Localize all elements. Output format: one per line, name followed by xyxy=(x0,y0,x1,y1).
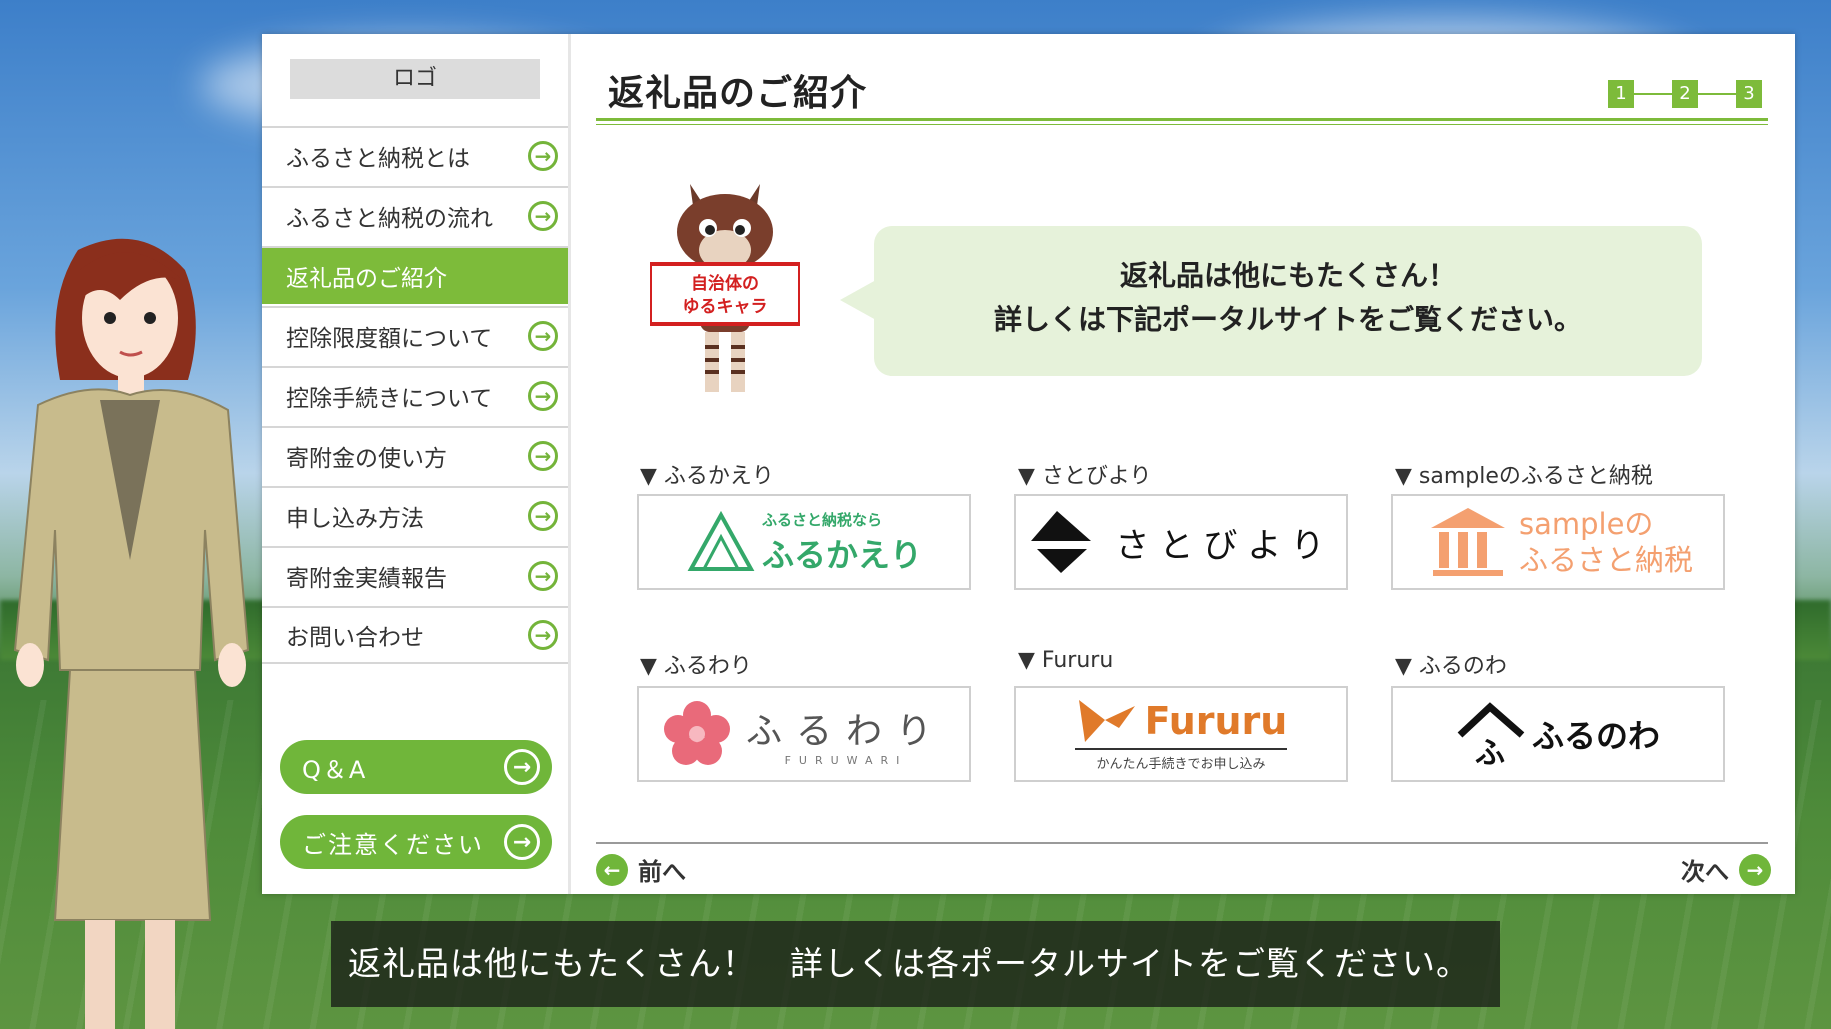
speech-bubble: 返礼品は他にもたくさん！ 詳しくは下記ポータルサイトをご覧ください。 xyxy=(840,226,1702,376)
plum-flower-icon xyxy=(663,701,730,765)
title-rule-thin xyxy=(596,124,1768,125)
prev-button[interactable]: ← 前へ xyxy=(596,852,696,887)
arrow-right-icon: → xyxy=(528,441,558,471)
furuwari-logo-sub: FURUWARI xyxy=(784,753,908,767)
portal-label: ▼ Fururu xyxy=(1018,648,1114,673)
sidebar-item[interactable]: ふるさと納税とは → xyxy=(262,126,568,184)
portal-card-furukaeri[interactable]: ふるさと納税なら ふるかえり xyxy=(637,494,971,590)
mascot-sign-line-1: 自治体の xyxy=(691,273,759,294)
sidebar-item-label: お問い合わせ xyxy=(286,625,424,651)
bubble-line-2: 詳しくは下記ポータルサイトをご覧ください。 xyxy=(993,303,1582,336)
sidebar-item[interactable]: 寄附金実績報告 → xyxy=(262,546,568,604)
temple-logo-icon xyxy=(1430,508,1505,576)
subtitle-caption: 返礼品は他にもたくさん！ 詳しくは各ポータルサイトをご覧ください。 xyxy=(331,921,1500,1007)
mascot-sign-line-2: ゆるキャラ xyxy=(683,297,768,317)
sidebar-item-label: 寄附金の使い方 xyxy=(286,446,447,472)
step-connector xyxy=(1634,93,1672,95)
sidebar: ロゴ ふるさと納税とは → ふるさと納税の流れ → 返礼品のご紹介 控除限度額について → 控… xyxy=(262,34,571,894)
step-3[interactable]: 3 xyxy=(1736,80,1762,108)
roof-logo-icon: ふ xyxy=(1457,702,1525,769)
prev-button-label: 前へ xyxy=(638,858,686,886)
arrow-right-icon: → xyxy=(528,201,558,231)
svg-text:ふ: ふ xyxy=(1475,736,1505,769)
qa-button[interactable]: Q＆A → xyxy=(280,740,552,794)
sidebar-item-label: 寄附金実績報告 xyxy=(286,566,447,592)
sidebar-item[interactable]: 控除手続きについて → xyxy=(262,366,568,424)
notice-button[interactable]: ご注意ください → xyxy=(280,815,552,869)
arrow-right-icon: → xyxy=(504,749,540,785)
portal-card-furuwari[interactable]: ふるわり FURUWARI xyxy=(637,686,971,782)
sidebar-item-label: 申し込み方法 xyxy=(286,506,424,532)
sidebar-item-label: 控除限度額について xyxy=(286,326,493,352)
sample-logo-top: sampleの xyxy=(1518,507,1654,541)
portal-label: ▼ ふるわり xyxy=(640,654,752,679)
arrow-right-icon: → xyxy=(528,620,558,650)
sidebar-item-label: ふるさと納税とは xyxy=(286,146,470,172)
portal-label: ▼ sampleのふるさと納税 xyxy=(1395,464,1653,489)
sidebar-item[interactable]: 控除限度額について → xyxy=(262,306,568,364)
sidebar-item[interactable]: お問い合わせ → xyxy=(262,606,568,664)
portal-card-fururu[interactable]: Fururu かんたん手続きでお申し込み xyxy=(1014,686,1348,782)
furukaeri-tagline: ふるさと納税なら xyxy=(761,510,882,529)
sidebar-item[interactable]: ふるさと納税の流れ → xyxy=(262,186,568,244)
arrow-left-icon: ← xyxy=(596,853,628,886)
sidebar-item[interactable]: 返礼品のご紹介 xyxy=(262,246,568,304)
step-connector xyxy=(1698,93,1736,95)
fururu-logo-sub: かんたん手続きでお申し込み xyxy=(1074,748,1288,772)
sidebar-item[interactable]: 申し込み方法 → xyxy=(262,486,568,544)
sidebar-item[interactable]: 寄附金の使い方 → xyxy=(262,426,568,484)
arrow-right-icon: → xyxy=(528,561,558,591)
step-indicator: 1 2 3 xyxy=(1608,80,1762,108)
portal-card-satobiyori[interactable]: さとびより xyxy=(1014,494,1348,590)
portal-label: ▼ ふるのわ xyxy=(1395,654,1507,679)
sidebar-item-label: 控除手続きについて xyxy=(286,386,493,412)
footer-rule xyxy=(596,842,1768,844)
mountain-logo-icon xyxy=(687,510,755,571)
logo: ロゴ xyxy=(290,59,540,99)
portal-label: ▼ さとびより xyxy=(1018,464,1152,489)
arrow-right-icon: → xyxy=(528,321,558,351)
furunowa-logo-text: ふるのわ xyxy=(1531,717,1660,755)
arrow-right-icon: → xyxy=(528,141,558,171)
portal-label: ▼ ふるかえり xyxy=(640,464,774,489)
content-panel: ロゴ ふるさと納税とは → ふるさと納税の流れ → 返礼品のご紹介 控除限度額について → 控… xyxy=(262,34,1795,894)
step-1[interactable]: 1 xyxy=(1608,80,1634,108)
arrow-right-icon: → xyxy=(504,824,540,860)
satobiyori-logo-icon xyxy=(1031,511,1092,573)
arrow-right-icon: → xyxy=(528,381,558,411)
arrow-right-icon: → xyxy=(1739,853,1771,886)
next-button[interactable]: 次へ → xyxy=(1671,852,1771,887)
fururu-logo-text: Fururu xyxy=(1144,699,1288,743)
satobiyori-logo-text: さとびより xyxy=(1115,525,1335,566)
presenter-illustration xyxy=(13,238,250,1029)
sidebar-item-label: 返礼品のご紹介 xyxy=(286,266,447,292)
next-button-label: 次へ xyxy=(1681,858,1729,886)
qa-button-label: Q＆A xyxy=(302,755,368,784)
step-2[interactable]: 2 xyxy=(1672,80,1698,108)
page-title: 返礼品のご紹介 xyxy=(608,73,868,114)
furukaeri-logo-text: ふるかえり xyxy=(761,535,922,574)
bubble-line-1: 返礼品は他にもたくさん！ xyxy=(1119,259,1456,292)
crane-logo-icon xyxy=(1078,700,1135,742)
furuwari-logo-text: ふるわり xyxy=(745,710,946,752)
sample-logo-bottom: ふるさと納税 xyxy=(1518,543,1693,577)
sidebar-item-label: ふるさと納税の流れ xyxy=(286,206,493,232)
arrow-right-icon: → xyxy=(528,501,558,531)
notice-button-label: ご注意ください xyxy=(302,830,484,859)
portal-card-furunowa[interactable]: ふ ふるのわ xyxy=(1391,686,1725,782)
portal-card-sample[interactable]: sampleの ふるさと納税 xyxy=(1391,494,1725,590)
mascot-illustration: 自治体の ゆるキャラ xyxy=(650,184,800,392)
title-rule xyxy=(596,118,1768,121)
